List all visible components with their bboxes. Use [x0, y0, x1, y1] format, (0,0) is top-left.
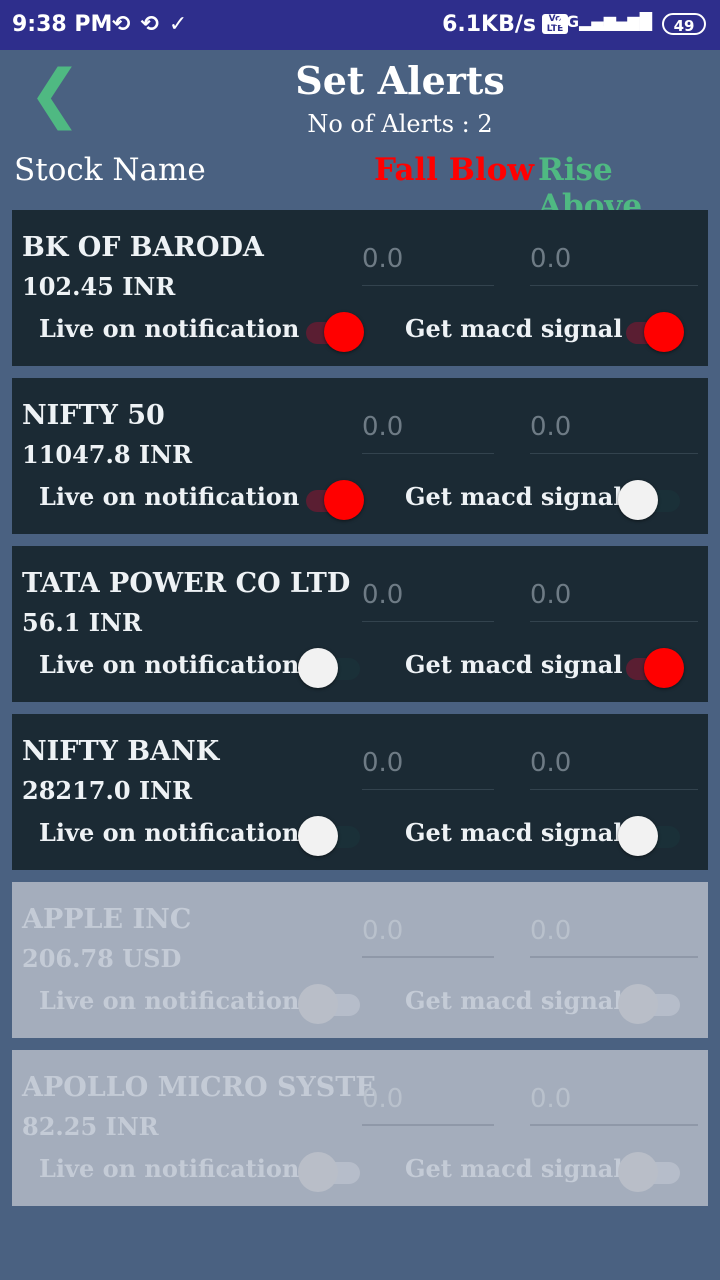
live-notification-label: Live on notification	[39, 314, 300, 343]
stock-alert-card: NIFTY 50 11047.8 INR 0.0 0.0 Live on notific…	[12, 378, 708, 534]
live-notification-label: Live on notification	[39, 482, 300, 511]
battery-icon: 49	[662, 13, 706, 35]
fall-below-input[interactable]: 0.0	[362, 580, 494, 622]
macd-signal-label: Get macd signal	[405, 482, 623, 511]
fall-below-input[interactable]: 0.0	[362, 412, 494, 454]
macd-signal-label: Get macd signal	[405, 818, 623, 847]
stock-price: 206.78 USD	[22, 944, 182, 973]
live-notification-toggle	[298, 1150, 364, 1192]
live-notification-label: Live on notification	[39, 986, 300, 1015]
fall-below-input: 0.0	[362, 1084, 494, 1126]
stock-alert-card: TATA POWER CO LTD 56.1 INR 0.0 0.0 Live on n…	[12, 546, 708, 702]
status-bar: 9:38 PM ⟲⟲✓ 6.1KB/s Vo LTE 4G▂▄▆ ▂▄▆█ 49	[0, 0, 720, 50]
macd-signal-label: Get macd signal	[405, 314, 623, 343]
live-notification-toggle[interactable]	[300, 310, 364, 352]
macd-signal-toggle[interactable]	[618, 814, 684, 856]
rise-above-input[interactable]: 0.0	[530, 748, 698, 790]
rise-above-input[interactable]: 0.0	[530, 244, 698, 286]
fall-below-input: 0.0	[362, 916, 494, 958]
stock-name: APPLE INC	[22, 904, 192, 935]
stock-price: 11047.8 INR	[22, 440, 193, 469]
alert-count: No of Alerts : 2	[307, 110, 493, 138]
sync-icon: ⟲	[140, 12, 169, 37]
fall-below-input[interactable]: 0.0	[362, 748, 494, 790]
check-icon: ✓	[168, 12, 198, 37]
macd-signal-label: Get macd signal	[405, 650, 623, 679]
live-notification-label: Live on notification	[39, 1154, 300, 1183]
live-notification-toggle	[298, 982, 364, 1024]
stock-name: BK OF BARODA	[22, 232, 264, 263]
stock-price: 56.1 INR	[22, 608, 142, 637]
rise-above-input[interactable]: 0.0	[530, 580, 698, 622]
signal-icon: ▂▄▆█	[602, 12, 652, 31]
live-notification-toggle[interactable]	[298, 814, 364, 856]
macd-signal-toggle[interactable]	[620, 646, 684, 688]
stock-alert-card: BK OF BARODA 102.45 INR 0.0 0.0 Live on noti…	[12, 210, 708, 366]
page-title: Set Alerts	[295, 58, 505, 103]
stock-price: 82.25 INR	[22, 1112, 159, 1141]
macd-signal-toggle	[618, 1150, 684, 1192]
stock-alert-card: APPLE INC 206.78 USD 0.0 0.0 Live on notific…	[12, 882, 708, 1038]
stock-name: NIFTY 50	[22, 400, 165, 431]
stock-alert-card: APOLLO MICRO SYSTE 82.25 INR 0.0 0.0 Live on…	[12, 1050, 708, 1206]
live-notification-toggle[interactable]	[300, 478, 364, 520]
rise-above-input[interactable]: 0.0	[530, 412, 698, 454]
macd-signal-toggle[interactable]	[618, 478, 684, 520]
stock-name: NIFTY BANK	[22, 736, 220, 767]
status-time: 9:38 PM	[12, 12, 113, 37]
column-stock-name: Stock Name	[14, 152, 206, 188]
fall-below-input[interactable]: 0.0	[362, 244, 494, 286]
macd-signal-label: Get macd signal	[405, 1154, 623, 1183]
live-notification-label: Live on notification	[39, 818, 300, 847]
sync-icon: ⟲	[112, 12, 141, 37]
stock-price: 28217.0 INR	[22, 776, 193, 805]
macd-signal-toggle	[618, 982, 684, 1024]
notification-icons: ⟲⟲✓	[112, 12, 197, 37]
stock-name: TATA POWER CO LTD	[22, 568, 351, 599]
stock-name: APOLLO MICRO SYSTE	[22, 1072, 376, 1103]
live-notification-label: Live on notification	[39, 650, 300, 679]
network-type: 4G	[554, 12, 580, 31]
live-notification-toggle[interactable]	[298, 646, 364, 688]
macd-signal-label: Get macd signal	[405, 986, 623, 1015]
network-speed: 6.1KB/s	[442, 12, 536, 37]
stock-price: 102.45 INR	[22, 272, 176, 301]
macd-signal-toggle[interactable]	[620, 310, 684, 352]
column-fall-below: Fall Blow	[374, 152, 535, 188]
stock-alert-card: NIFTY BANK 28217.0 INR 0.0 0.0 Live on notif…	[12, 714, 708, 870]
rise-above-input: 0.0	[530, 1084, 698, 1126]
rise-above-input: 0.0	[530, 916, 698, 958]
